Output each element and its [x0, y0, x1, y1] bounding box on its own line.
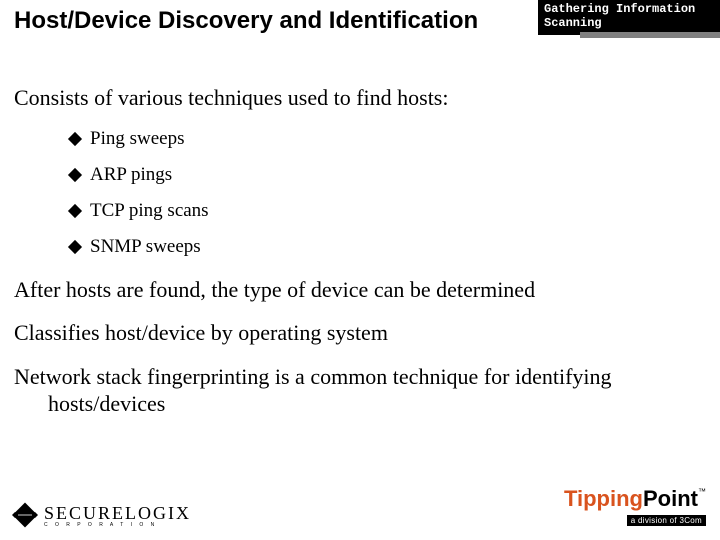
- diamond-bullet-icon: [68, 167, 82, 181]
- tippingpoint-text: TippingPoint™: [564, 488, 706, 510]
- paragraph: After hosts are found, the type of devic…: [14, 276, 706, 304]
- paragraph: Classifies host/device by operating syst…: [14, 319, 706, 347]
- intro-text: Consists of various techniques used to f…: [14, 84, 706, 112]
- tippingpoint-subtext: a division of 3Com: [564, 510, 706, 528]
- list-item: ARP pings: [70, 164, 706, 186]
- topic-line2: Scanning: [544, 16, 714, 30]
- list-item: SNMP sweeps: [70, 236, 706, 258]
- diamond-bullet-icon: [68, 239, 82, 253]
- securelogix-text: SECURELOGIX C O R P O R A T I O N: [44, 503, 191, 528]
- slide-title: Host/Device Discovery and Identification: [14, 6, 494, 36]
- diamond-bullet-icon: [68, 203, 82, 217]
- paragraph: Network stack fingerprinting is a common…: [14, 363, 706, 418]
- securelogix-logo: SECURELOGIX C O R P O R A T I O N: [10, 500, 191, 530]
- securelogix-mark-icon: [10, 500, 40, 530]
- diamond-bullet-icon: [68, 131, 82, 145]
- list-item-label: Ping sweeps: [90, 128, 184, 150]
- topic-tab: Gathering Information Scanning: [538, 0, 720, 35]
- tippingpoint-logo: TippingPoint™ a division of 3Com: [564, 488, 706, 528]
- list-item-label: TCP ping scans: [90, 200, 209, 222]
- list-item-label: ARP pings: [90, 164, 172, 186]
- list-item: TCP ping scans: [70, 200, 706, 222]
- topic-tab-underline: [580, 32, 720, 38]
- slide-body: Consists of various techniques used to f…: [14, 84, 706, 434]
- list-item-label: SNMP sweeps: [90, 236, 201, 258]
- list-item: Ping sweeps: [70, 128, 706, 150]
- topic-line1: Gathering Information: [544, 2, 714, 16]
- bullet-list: Ping sweeps ARP pings TCP ping scans SNM…: [70, 128, 706, 258]
